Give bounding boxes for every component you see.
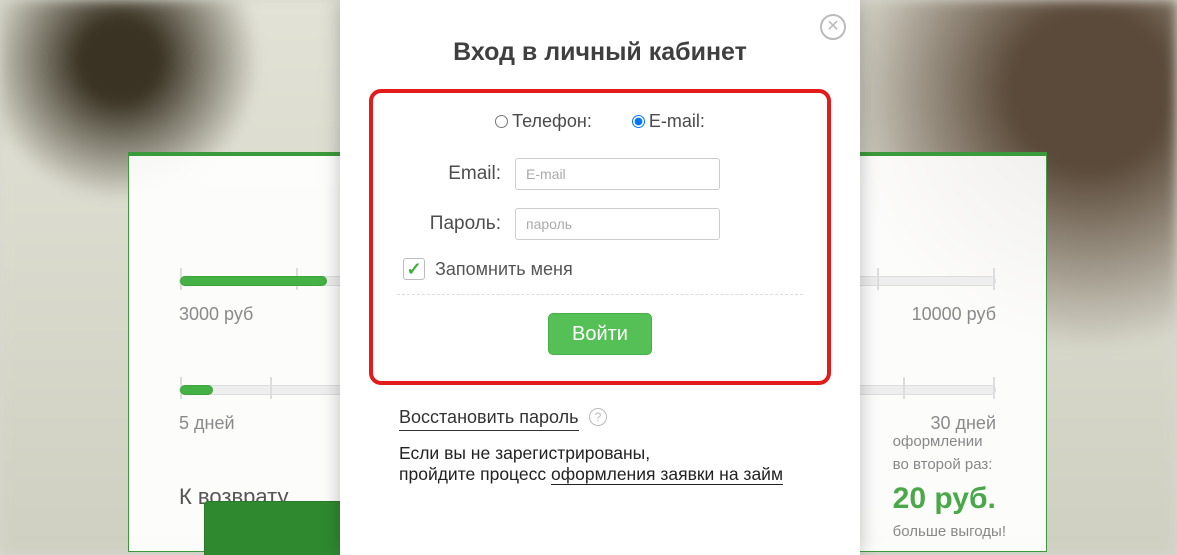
login-button[interactable]: Войти (548, 313, 652, 355)
password-row: Пароль: (397, 208, 803, 240)
recover-password-link[interactable]: Восстановить пароль (399, 407, 579, 431)
register-note: Если вы не зарегистрированы, пройдите пр… (399, 443, 825, 485)
side-info-line2: во второй раз: (893, 454, 1006, 477)
password-label: Пароль: (397, 213, 515, 235)
amount-min-label: 3000 руб (179, 304, 253, 325)
login-form-highlight: Телефон: E-mail: Email: Пароль: ✓ Запомн… (369, 89, 831, 385)
email-label: Email: (397, 163, 515, 185)
side-info: оформлении во второй раз: 20 руб. больше… (893, 431, 1006, 544)
register-note-pre: пройдите процесс (399, 464, 551, 484)
days-min-label: 5 дней (179, 413, 235, 434)
remember-label: Запомнить меня (435, 259, 573, 280)
radio-phone-label: Телефон: (512, 111, 592, 132)
login-type-phone[interactable]: Телефон: (495, 111, 592, 132)
email-row: Email: (397, 158, 803, 190)
register-note-line2: пройдите процесс оформления заявки на за… (399, 464, 825, 485)
side-info-line1: оформлении (893, 431, 1006, 454)
close-icon[interactable]: ✕ (820, 14, 846, 40)
radio-email-label: E-mail: (649, 111, 705, 132)
password-field[interactable] (515, 208, 720, 240)
side-info-price: 20 руб. (893, 476, 1006, 521)
remember-me[interactable]: ✓ Запомнить меня (403, 258, 803, 280)
remember-checkbox[interactable]: ✓ (403, 258, 425, 280)
modal-title: Вход в личный кабинет (375, 38, 825, 67)
login-modal: ✕ Вход в личный кабинет Телефон: E-mail:… (340, 0, 860, 555)
modal-footer: Восстановить пароль ? Если вы не зарегис… (375, 407, 825, 485)
amount-max-label: 10000 руб (912, 304, 996, 325)
email-field[interactable] (515, 158, 720, 190)
register-apply-link[interactable]: оформления заявки на займ (551, 464, 783, 485)
login-type-radios: Телефон: E-mail: (397, 111, 803, 132)
side-info-line3: больше выгоды! (893, 521, 1006, 544)
radio-phone[interactable] (495, 115, 508, 128)
divider (397, 294, 803, 295)
register-note-line1: Если вы не зарегистрированы, (399, 443, 825, 464)
help-icon[interactable]: ? (589, 408, 607, 426)
login-type-email[interactable]: E-mail: (632, 111, 705, 132)
radio-email[interactable] (632, 115, 645, 128)
